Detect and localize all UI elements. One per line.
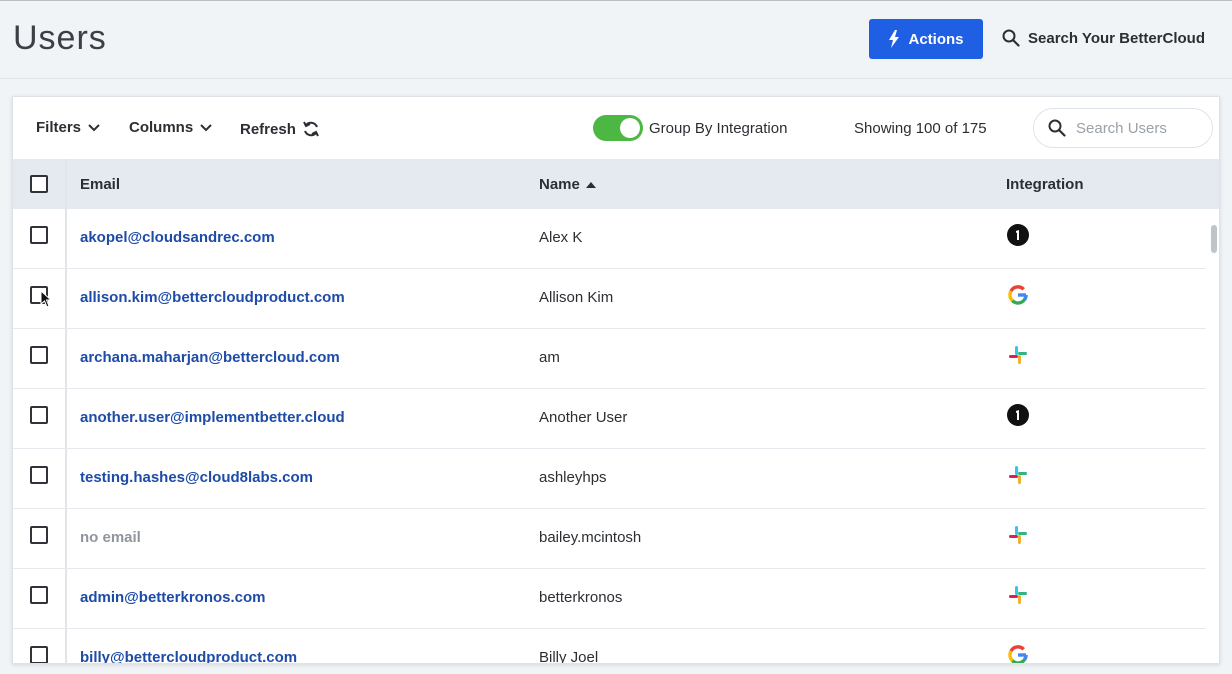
columns-label: Columns bbox=[129, 119, 194, 136]
columns-dropdown[interactable]: Columns bbox=[129, 119, 213, 136]
slack-icon bbox=[1009, 346, 1027, 364]
table-row[interactable]: no email bailey.mcintosh bbox=[13, 509, 1206, 569]
table-row[interactable]: billy@bettercloudproduct.com Billy Joel bbox=[13, 629, 1206, 664]
actions-button[interactable]: Actions bbox=[869, 19, 983, 59]
refresh-button[interactable]: Refresh bbox=[240, 119, 320, 139]
table-row[interactable]: another.user@implementbetter.cloud Anoth… bbox=[13, 389, 1206, 449]
group-by-integration-label: Group By Integration bbox=[649, 120, 788, 137]
column-header-name-label: Name bbox=[539, 176, 580, 193]
users-table-panel: Filters Columns Refresh Group By Integra… bbox=[12, 96, 1220, 664]
slack-icon bbox=[1009, 586, 1027, 604]
actions-button-label: Actions bbox=[908, 30, 964, 48]
table-row[interactable]: testing.hashes@cloud8labs.com ashleyhps bbox=[13, 449, 1206, 509]
row-checkbox[interactable] bbox=[30, 586, 48, 604]
global-search-label: Search Your BetterCloud bbox=[1028, 29, 1205, 47]
refresh-label: Refresh bbox=[240, 120, 296, 138]
row-checkbox[interactable] bbox=[30, 466, 48, 484]
row-checkbox[interactable] bbox=[30, 286, 48, 304]
user-email-link[interactable]: testing.hashes@cloud8labs.com bbox=[80, 469, 313, 486]
user-name: ashleyhps bbox=[539, 469, 607, 486]
row-checkbox[interactable] bbox=[30, 226, 48, 244]
lightning-icon bbox=[889, 30, 900, 48]
user-name: am bbox=[539, 349, 560, 366]
user-email-empty: no email bbox=[80, 529, 141, 546]
group-by-integration-toggle[interactable] bbox=[593, 115, 643, 141]
search-icon bbox=[1002, 29, 1020, 47]
page-title: Users bbox=[13, 19, 107, 57]
row-checkbox[interactable] bbox=[30, 526, 48, 544]
slack-icon bbox=[1009, 526, 1027, 544]
page-header: Users Actions Search Your BetterCloud bbox=[0, 1, 1232, 79]
row-checkbox[interactable] bbox=[30, 346, 48, 364]
table-row[interactable]: akopel@cloudsandrec.com Alex K bbox=[13, 209, 1206, 269]
user-email-link[interactable]: admin@betterkronos.com bbox=[80, 589, 266, 606]
column-header-name[interactable]: Name bbox=[539, 176, 596, 193]
user-email-link[interactable]: archana.maharjan@bettercloud.com bbox=[80, 349, 340, 366]
table-header: Email Name Integration bbox=[13, 159, 1219, 209]
table-row[interactable]: archana.maharjan@bettercloud.com am bbox=[13, 329, 1206, 389]
scrollbar-thumb[interactable] bbox=[1211, 225, 1217, 253]
column-header-integration[interactable]: Integration bbox=[1006, 176, 1084, 193]
toggle-knob bbox=[620, 118, 640, 138]
user-email-link[interactable]: another.user@implementbetter.cloud bbox=[80, 409, 345, 426]
1password-icon bbox=[1007, 224, 1029, 246]
chevron-down-icon bbox=[200, 123, 212, 131]
table-row[interactable]: admin@betterkronos.com betterkronos bbox=[13, 569, 1206, 629]
user-email-link[interactable]: akopel@cloudsandrec.com bbox=[80, 229, 275, 246]
column-header-email[interactable]: Email bbox=[80, 176, 120, 193]
user-name: bailey.mcintosh bbox=[539, 529, 642, 546]
user-name: Billy Joel bbox=[539, 649, 599, 664]
user-name: Another User bbox=[539, 409, 628, 426]
global-search-button[interactable]: Search Your BetterCloud bbox=[1002, 29, 1205, 47]
row-checkbox[interactable] bbox=[30, 406, 48, 424]
user-search-box[interactable] bbox=[1033, 108, 1213, 148]
table-toolbar: Filters Columns Refresh Group By Integra… bbox=[13, 97, 1219, 159]
1password-icon bbox=[1007, 404, 1029, 426]
search-icon bbox=[1048, 119, 1066, 137]
row-checkbox[interactable] bbox=[30, 646, 48, 663]
slack-icon bbox=[1009, 466, 1027, 484]
google-icon bbox=[1008, 645, 1028, 663]
user-name: betterkronos bbox=[539, 589, 623, 606]
chevron-down-icon bbox=[88, 123, 100, 131]
table-scrollbar[interactable] bbox=[1208, 209, 1219, 663]
select-all-checkbox[interactable] bbox=[30, 175, 48, 193]
user-name: Alex K bbox=[539, 229, 583, 246]
refresh-icon bbox=[302, 121, 319, 137]
user-name: Allison Kim bbox=[539, 289, 614, 306]
user-search-input[interactable] bbox=[1076, 119, 1196, 137]
user-email-link[interactable]: billy@bettercloudproduct.com bbox=[80, 649, 297, 663]
sort-ascending-icon bbox=[585, 182, 596, 188]
table-row[interactable]: allison.kim@bettercloudproduct.com Allis… bbox=[13, 269, 1206, 329]
filters-dropdown[interactable]: Filters bbox=[36, 119, 101, 136]
results-count: Showing 100 of 175 bbox=[854, 120, 987, 137]
google-icon bbox=[1008, 285, 1028, 305]
user-email-link[interactable]: allison.kim@bettercloudproduct.com bbox=[80, 289, 345, 306]
filters-label: Filters bbox=[36, 119, 82, 136]
